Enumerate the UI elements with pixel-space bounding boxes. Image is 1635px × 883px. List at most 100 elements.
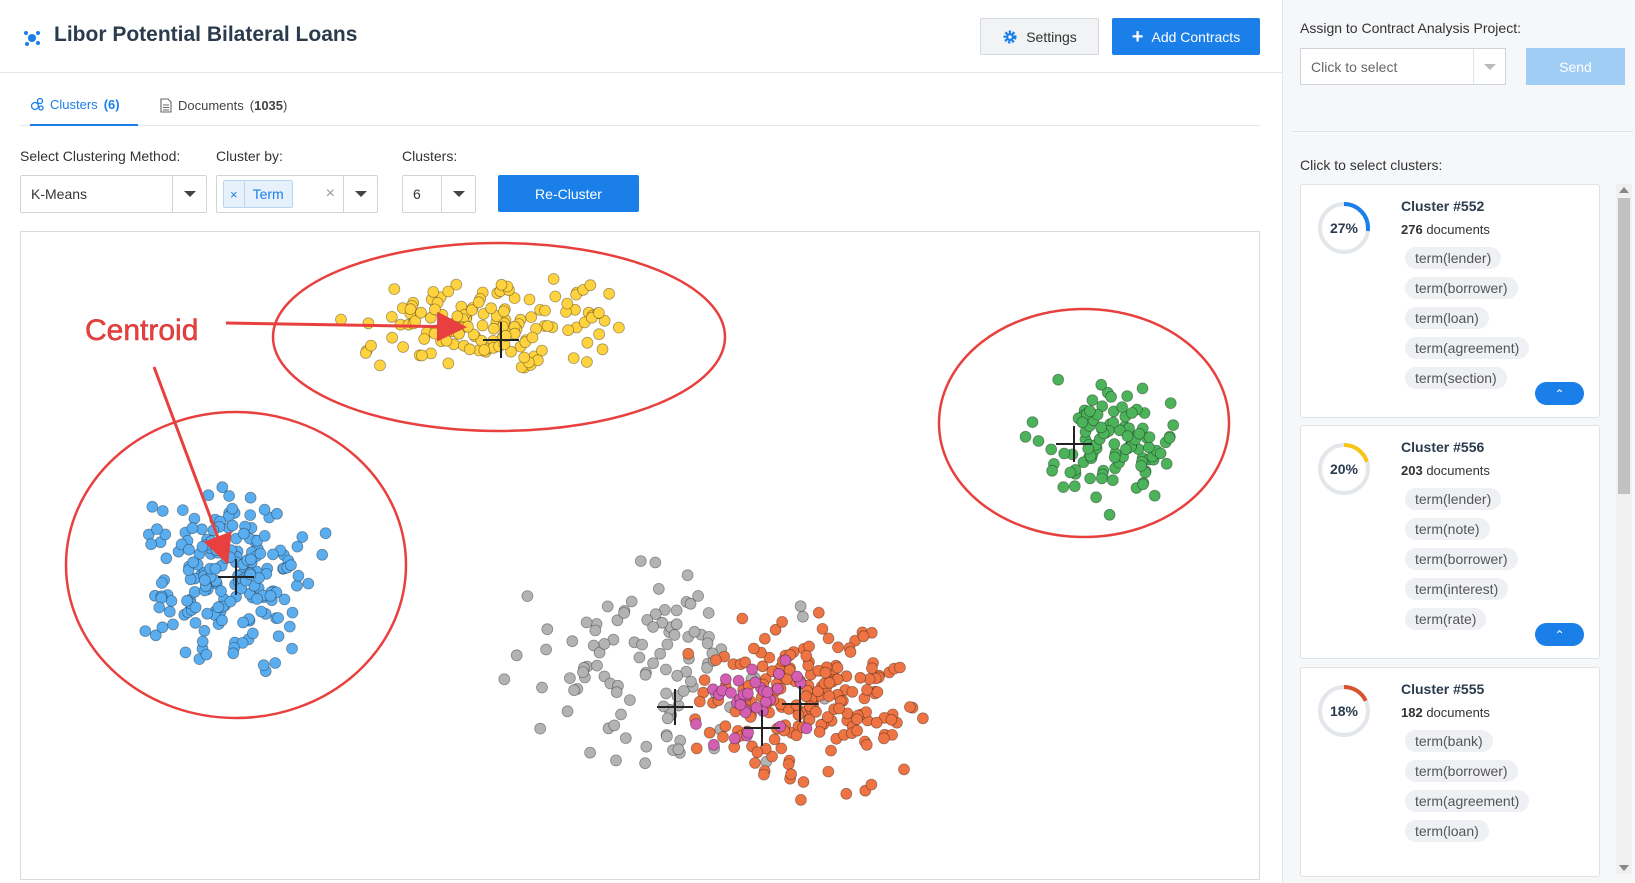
scatter-point [1133,427,1146,440]
scatter-point [498,673,511,686]
scatter-point [487,322,500,335]
scatter-point [800,690,812,703]
scroll-up-icon[interactable] [1619,187,1629,193]
scatter-point [189,616,202,629]
scatter-point [639,757,651,770]
cluster-terms: term(lender) term(borrower) term(loan) term… [1405,247,1530,389]
collapse-icon[interactable]: ⌃ [1535,382,1584,405]
scatter-point [283,620,296,633]
scatter-point [145,538,158,551]
scatter-point [812,606,825,619]
scatter-point [800,722,813,735]
annotation-arrow [225,311,467,342]
settings-button[interactable]: Settings [980,18,1099,55]
scatter-point [521,590,534,603]
scatter-point [485,302,498,315]
term-badge: term(note) [1405,518,1490,540]
scatter-point [386,331,399,344]
scatter-point [779,654,792,667]
scatter-point [209,562,222,575]
scatter-point [440,334,453,347]
scatter-point [608,719,621,732]
scatter-point [187,556,200,569]
scatter-point [156,505,169,517]
scatter-point [153,601,166,614]
scatter-point [272,630,285,643]
scroll-down-icon[interactable] [1619,865,1629,871]
clear-icon[interactable]: × [326,185,335,203]
term-badge: term(loan) [1405,307,1489,329]
recluster-button[interactable]: Re-Cluster [498,175,639,212]
scatter-point [526,331,539,344]
scroll-thumb[interactable] [1618,198,1630,494]
chip-remove-icon[interactable]: × [224,181,245,207]
tab-clusters[interactable]: Clusters (6) [30,84,138,126]
scatter-point [776,615,788,628]
scatter-point [374,359,386,372]
scatter-point [661,638,674,651]
scatter-point [660,687,672,700]
scatter-point [851,713,863,726]
scatter-point [453,327,465,340]
cluster-percent: 27% [1329,220,1359,236]
scatter-point [237,616,249,629]
scatter-point [285,559,297,572]
panel-scrollbar[interactable] [1616,184,1632,874]
scatter-point [603,287,615,300]
send-button[interactable]: Send [1526,48,1625,85]
scatter-point [668,629,681,641]
scatter-point [710,654,722,667]
scatter-point [237,527,250,540]
tab-documents-count: (1035) [249,97,288,113]
scatter-point [541,623,554,636]
scatter-point [703,726,716,739]
scatter-point [795,794,807,806]
scatter-point [760,695,772,708]
scatter-point [671,669,684,682]
clusters-count-select[interactable]: 6 [402,175,476,213]
scatter-point [601,600,614,613]
tab-clusters-label: Clusters [50,96,98,112]
scatter-point [822,765,835,778]
cluster-by-select[interactable]: × Term × [216,175,378,213]
project-select[interactable]: Click to select [1300,48,1506,85]
scatter-point [1095,378,1108,391]
settings-button-label: Settings [1026,28,1077,45]
scatter-point [216,614,229,627]
scatter-point [851,724,863,737]
scatter-point [647,621,659,633]
clusters-count-value: 6 [413,186,421,202]
click-to-select-label: Click to select clusters: [1300,157,1443,173]
gear-icon [1003,30,1017,43]
cluster-card[interactable]: 18% Cluster #555 182 documents term(bank) te… [1300,667,1600,877]
scatter-point [1120,443,1132,456]
scatter-point [404,303,417,316]
scatter-point [290,579,303,592]
scatter-point [661,712,674,725]
scatter-point [831,661,844,674]
cluster-card[interactable]: 27% Cluster #552 276 documents term(lender)… [1300,184,1600,418]
scatter-point [866,662,878,675]
tab-bar: Clusters (6) Documents (1035) [20,84,1260,126]
method-select[interactable]: K-Means [20,175,207,213]
collapse-icon[interactable]: ⌃ [1535,623,1584,646]
term-badge: term(interest) [1405,578,1509,600]
chevron-down-icon [1473,49,1505,84]
scatter-point [693,695,706,708]
scatter-point [257,659,270,672]
scatter-point [472,296,485,309]
scatter-point [198,624,211,637]
tab-documents[interactable]: Documents (1035) [160,84,300,126]
scatter-point [1084,405,1096,418]
cluster-card[interactable]: 20% Cluster #556 203 documents term(lender)… [1300,425,1600,659]
scatter-point [593,328,605,341]
scatter-point [179,646,192,659]
scatter-point [681,569,694,582]
scatter-point [860,739,873,751]
scatter-point [734,698,747,711]
add-contracts-button[interactable]: + Add Contracts [1112,18,1260,55]
scatter-point [725,686,737,699]
scatter-point [747,642,760,655]
scatter-point [802,659,815,672]
scatter-point [917,712,929,725]
